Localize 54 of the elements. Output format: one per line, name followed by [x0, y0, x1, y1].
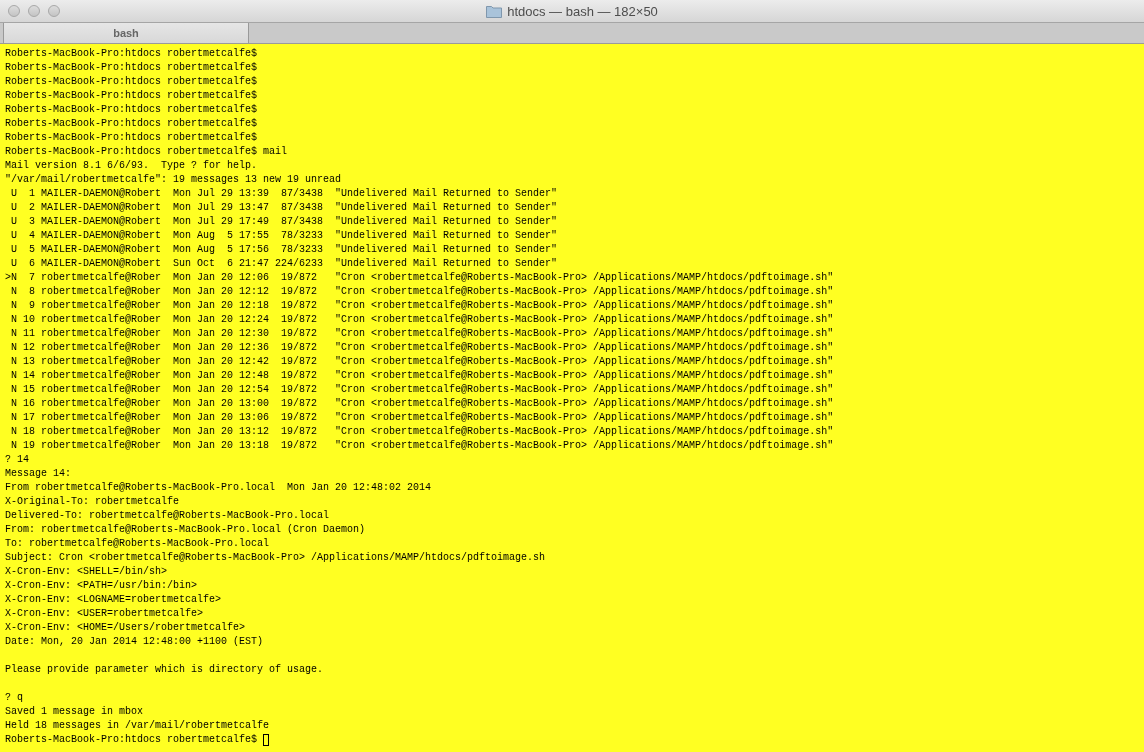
- terminal-tab[interactable]: bash: [3, 23, 249, 43]
- terminal-line: N 13 robertmetcalfe@Rober Mon Jan 20 12:42 19/872 "Cron <robertmetcalfe@Roberts-MacBook-Pro> /Applications/MAMP/htdocs/pdftoimage.sh": [10, 355, 834, 369]
- terminal-line: Roberts-MacBook-Pro:htdocs robertmetcalfe$: [5, 103, 258, 117]
- terminal-line: N 18 robertmetcalfe@Rober Mon Jan 20 13:12 19/872 "Cron <robertmetcalfe@Roberts-MacBook-Pro> /Applications/MAMP/htdocs/pdftoimage.sh": [10, 425, 834, 439]
- terminal-line: Date: Mon, 20 Jan 2014 12:48:00 +1100 (EST): [5, 635, 264, 649]
- terminal-line: N 17 robertmetcalfe@Rober Mon Jan 20 13:06 19/872 "Cron <robertmetcalfe@Roberts-MacBook-Pro> /Applications/MAMP/htdocs/pdftoimage.sh": [10, 411, 834, 425]
- terminal-line: X-Cron-Env: <PATH=/usr/bin:/bin>: [5, 579, 198, 593]
- terminal-line: Roberts-MacBook-Pro:htdocs robertmetcalfe$ mail: [5, 145, 288, 159]
- terminal-line: X-Cron-Env: <USER=robertmetcalfe>: [5, 607, 204, 621]
- terminal-line: U 5 MAILER-DAEMON@Robert Mon Aug 5 17:56 78/3233 "Undelivered Mail Returned to Sender": [10, 243, 558, 257]
- terminal-line: N 14 robertmetcalfe@Rober Mon Jan 20 12:48 19/872 "Cron <robertmetcalfe@Roberts-MacBook-Pro> /Applications/MAMP/htdocs/pdftoimage.sh": [10, 369, 834, 383]
- terminal-line: U 2 MAILER-DAEMON@Robert Mon Jul 29 13:47 87/3438 "Undelivered Mail Returned to Sender": [10, 201, 558, 215]
- terminal-line: N 19 robertmetcalfe@Rober Mon Jan 20 13:18 19/872 "Cron <robertmetcalfe@Roberts-MacBook-Pro> /Applications/MAMP/htdocs/pdftoimage.sh": [10, 439, 834, 453]
- terminal-line: Please provide parameter which is directory of usage.: [5, 663, 324, 677]
- minimize-icon[interactable]: [28, 5, 40, 17]
- terminal-line: N 10 robertmetcalfe@Rober Mon Jan 20 12:24 19/872 "Cron <robertmetcalfe@Roberts-MacBook-Pro> /Applications/MAMP/htdocs/pdftoimage.sh": [10, 313, 834, 327]
- zoom-icon[interactable]: [48, 5, 60, 17]
- terminal-line: >N 7 robertmetcalfe@Rober Mon Jan 20 12:06 19/872 "Cron <robertmetcalfe@Roberts-MacBook-Pro> /Applications/MAMP/htdocs/pdftoimage.sh": [5, 271, 834, 285]
- terminal-line: X-Cron-Env: <LOGNAME=robertmetcalfe>: [5, 593, 222, 607]
- terminal-line: N 15 robertmetcalfe@Rober Mon Jan 20 12:54 19/872 "Cron <robertmetcalfe@Roberts-MacBook-Pro> /Applications/MAMP/htdocs/pdftoimage.sh": [10, 383, 834, 397]
- terminal-line: N 12 robertmetcalfe@Rober Mon Jan 20 12:36 19/872 "Cron <robertmetcalfe@Roberts-MacBook-Pro> /Applications/MAMP/htdocs/pdftoimage.sh": [10, 341, 834, 355]
- terminal-line: Held 18 messages in /var/mail/robertmetcalfe: [5, 719, 270, 733]
- terminal-line: Roberts-MacBook-Pro:htdocs robertmetcalfe$: [5, 61, 258, 75]
- terminal-line: U 1 MAILER-DAEMON@Robert Mon Jul 29 13:39 87/3438 "Undelivered Mail Returned to Sender": [10, 187, 558, 201]
- folder-icon: [486, 4, 503, 18]
- close-icon[interactable]: [8, 5, 20, 17]
- terminal-line: U 3 MAILER-DAEMON@Robert Mon Jul 29 17:49 87/3438 "Undelivered Mail Returned to Sender": [10, 215, 558, 229]
- terminal-line: X-Cron-Env: <SHELL=/bin/sh>: [5, 565, 168, 579]
- terminal-line: Saved 1 message in mbox: [5, 705, 144, 719]
- terminal-line: Roberts-MacBook-Pro:htdocs robertmetcalfe$: [5, 733, 258, 747]
- terminal-line: To: robertmetcalfe@Roberts-MacBook-Pro.local: [5, 537, 270, 551]
- terminal-line: Roberts-MacBook-Pro:htdocs robertmetcalfe$: [5, 47, 258, 61]
- terminal-line: Delivered-To: robertmetcalfe@Roberts-MacBook-Pro.local: [5, 509, 330, 523]
- terminal-line: U 4 MAILER-DAEMON@Robert Mon Aug 5 17:55 78/3233 "Undelivered Mail Returned to Sender": [10, 229, 558, 243]
- terminal-line: X-Cron-Env: <HOME=/Users/robertmetcalfe>: [5, 621, 246, 635]
- terminal-line: From: robertmetcalfe@Roberts-MacBook-Pro.local (Cron Daemon): [5, 523, 366, 537]
- terminal-line: Roberts-MacBook-Pro:htdocs robertmetcalfe$: [5, 89, 258, 103]
- terminal-line: Message 14:: [5, 467, 71, 481]
- terminal-line: N 16 robertmetcalfe@Rober Mon Jan 20 13:00 19/872 "Cron <robertmetcalfe@Roberts-MacBook-Pro> /Applications/MAMP/htdocs/pdftoimage.sh": [10, 397, 834, 411]
- terminal-line: Roberts-MacBook-Pro:htdocs robertmetcalfe$: [5, 131, 258, 145]
- terminal-line: Subject: Cron <robertmetcalfe@Roberts-MacBook-Pro> /Applications/MAMP/htdocs/pdftoimage.sh: [5, 551, 546, 565]
- terminal-line: "/var/mail/robertmetcalfe": 19 messages 13 new 19 unread: [5, 173, 342, 187]
- terminal-line: Roberts-MacBook-Pro:htdocs robertmetcalfe$: [5, 75, 258, 89]
- terminal-line: N 11 robertmetcalfe@Rober Mon Jan 20 12:30 19/872 "Cron <robertmetcalfe@Roberts-MacBook-Pro> /Applications/MAMP/htdocs/pdftoimage.sh": [10, 327, 834, 341]
- window-title: htdocs — bash — 182×50: [507, 3, 658, 19]
- terminal-line: From robertmetcalfe@Roberts-MacBook-Pro.local Mon Jan 20 12:48:02 2014: [5, 481, 432, 495]
- terminal-line: U 6 MAILER-DAEMON@Robert Sun Oct 6 21:47 224/6233 "Undelivered Mail Returned to Sender": [10, 257, 558, 271]
- terminal-line: ? q: [5, 691, 23, 705]
- terminal-line: X-Original-To: robertmetcalfe: [5, 495, 180, 509]
- terminal-line: Mail version 8.1 6/6/93. Type ? for help.: [5, 159, 258, 173]
- terminal-line: Roberts-MacBook-Pro:htdocs robertmetcalfe$: [5, 117, 258, 131]
- terminal-line: ? 14: [5, 453, 29, 467]
- terminal-line: N 8 robertmetcalfe@Rober Mon Jan 20 12:12 19/872 "Cron <robertmetcalfe@Roberts-MacBook-Pro> /Applications/MAMP/htdocs/pdftoimage.sh": [10, 285, 834, 299]
- terminal-line: N 9 robertmetcalfe@Rober Mon Jan 20 12:18 19/872 "Cron <robertmetcalfe@Roberts-MacBook-Pro> /Applications/MAMP/htdocs/pdftoimage.sh": [10, 299, 834, 313]
